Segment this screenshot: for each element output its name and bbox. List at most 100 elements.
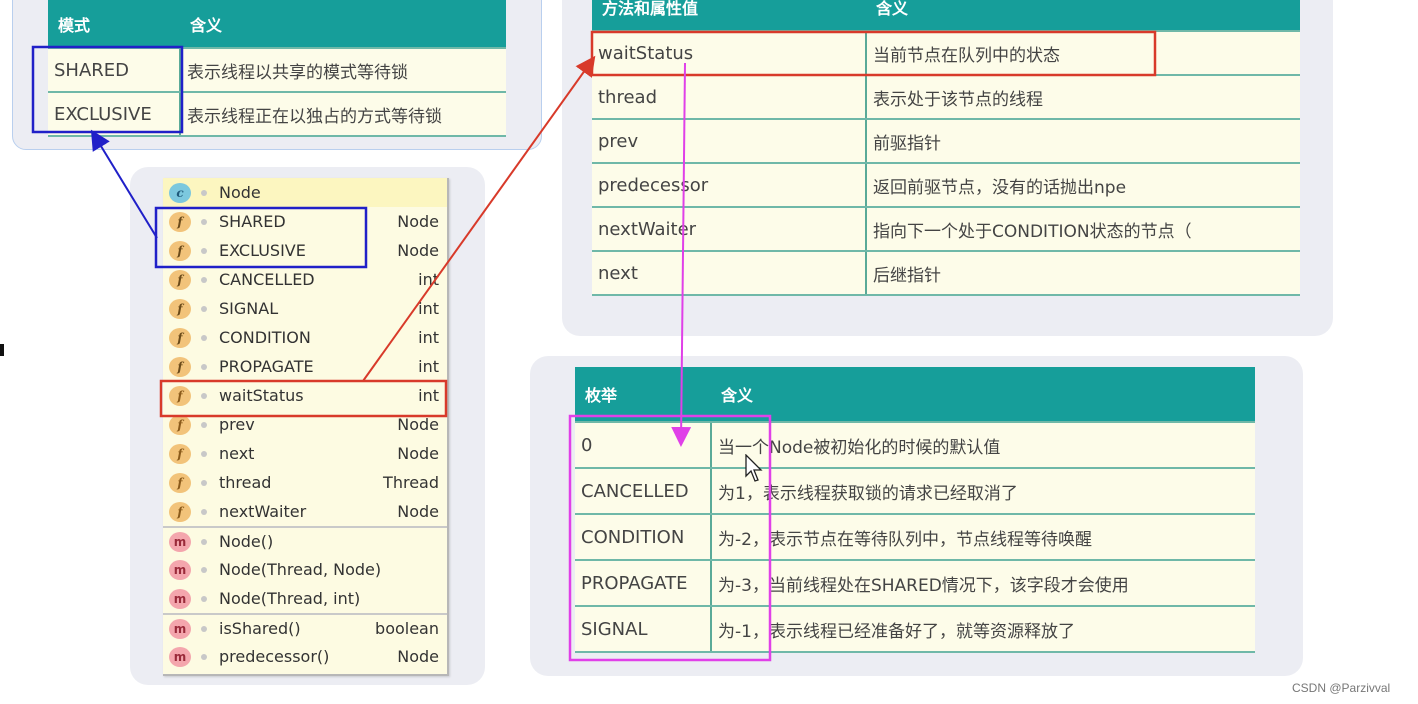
header-meaning: 含义	[866, 0, 1300, 31]
field-icon: f	[169, 385, 191, 406]
member-type: Node	[397, 444, 439, 463]
static-final-field-icon: f	[169, 269, 191, 290]
member-name: PROPAGATE	[219, 357, 314, 376]
table-row: predecessor 返回前驱节点，没有的话抛出npe	[592, 162, 1300, 208]
enum-name: CONDITION	[575, 513, 711, 561]
static-final-field-icon: f	[169, 356, 191, 377]
enum-name: CANCELLED	[575, 467, 711, 515]
member-name: Node(Thread, int)	[219, 589, 361, 608]
member-type: int	[418, 270, 439, 289]
class-icon: c	[169, 182, 191, 203]
header-enum: 枚举	[575, 367, 711, 422]
visibility-dot-icon	[201, 218, 207, 225]
table-row: CONDITION 为-2，表示节点在等待队列中，节点线程等待唤醒	[575, 513, 1255, 561]
static-final-field-icon: f	[169, 240, 191, 261]
enum-name: SIGNAL	[575, 605, 711, 653]
enum-meaning: 为-2，表示节点在等待队列中，节点线程等待唤醒	[710, 513, 1255, 561]
field-icon: f	[169, 472, 191, 493]
member-name: Node(Thread, Node)	[219, 560, 382, 579]
static-final-field-icon: f	[169, 298, 191, 319]
method-icon: m	[169, 531, 191, 552]
enum-meaning: 为-1，表示线程已经准备好了，就等资源释放了	[710, 605, 1255, 653]
method-name: thread	[592, 74, 866, 120]
visibility-dot-icon	[201, 334, 207, 341]
structure-member-row[interactable]: f waitStatus int	[163, 381, 447, 410]
member-type: Node	[397, 241, 439, 260]
edge-mark	[0, 344, 4, 356]
table-row: EXCLUSIVE 表示线程正在以独占的方式等待锁	[48, 91, 506, 137]
member-type: boolean	[375, 619, 439, 638]
table-row: CANCELLED 为1，表示线程获取锁的请求已经取消了	[575, 467, 1255, 515]
method-name: predecessor	[592, 162, 866, 208]
structure-view: c Node f SHARED Node f EXCLUSIVE Node f CANCELL…	[163, 178, 449, 676]
structure-member-row[interactable]: f CANCELLED int	[163, 265, 447, 294]
member-name: CANCELLED	[219, 270, 315, 289]
structure-member-row[interactable]: f PROPAGATE int	[163, 352, 447, 381]
table-row: PROPAGATE 为-3，当前线程处在SHARED情况下，该字段才会使用	[575, 559, 1255, 607]
table-row: nextWaiter 指向下一个处于CONDITION状态的节点（	[592, 206, 1300, 252]
structure-member-row[interactable]: m Node(Thread, int)	[163, 584, 447, 613]
structure-member-row[interactable]: f CONDITION int	[163, 323, 447, 352]
structure-member-row[interactable]: f SHARED Node	[163, 207, 447, 236]
visibility-dot-icon	[201, 653, 207, 660]
method-icon: m	[169, 559, 191, 580]
structure-member-row[interactable]: m Node(Thread, Node)	[163, 555, 447, 584]
structure-member-row[interactable]: f nextWaiter Node	[163, 497, 447, 526]
structure-member-row[interactable]: f EXCLUSIVE Node	[163, 236, 447, 265]
visibility-dot-icon	[201, 479, 207, 486]
member-name: Node()	[219, 532, 274, 551]
abstract-method-icon: m	[169, 646, 191, 667]
structure-member-row[interactable]: f next Node	[163, 439, 447, 468]
table-row: SHARED 表示线程以共享的模式等待锁	[48, 47, 506, 93]
member-type: Thread	[383, 473, 439, 492]
structure-member-row[interactable]: m predecessor() Node	[163, 642, 447, 671]
member-name: waitStatus	[219, 386, 304, 405]
table-row: waitStatus 当前节点在队列中的状态	[592, 30, 1300, 76]
enum-meaning: 当一个Node被初始化的时候的默认值	[710, 421, 1255, 469]
method-name: nextWaiter	[592, 206, 866, 252]
mode-meaning: 表示线程以共享的模式等待锁	[179, 47, 506, 93]
enum-name: 0	[575, 421, 711, 469]
structure-member-row[interactable]: f prev Node	[163, 410, 447, 439]
field-icon: f	[169, 501, 191, 522]
visibility-dot-icon	[201, 276, 207, 283]
visibility-dot-icon	[201, 363, 207, 370]
field-icon: f	[169, 443, 191, 464]
method-meaning: 当前节点在队列中的状态	[865, 30, 1300, 76]
visibility-dot-icon	[201, 538, 207, 545]
visibility-dot-icon	[201, 625, 207, 632]
structure-member-row[interactable]: m Node()	[163, 526, 447, 555]
member-type: int	[418, 357, 439, 376]
member-name: SIGNAL	[219, 299, 279, 318]
mode-meaning: 表示线程正在以独占的方式等待锁	[179, 91, 506, 137]
member-type: Node	[397, 212, 439, 231]
table-row: SIGNAL 为-1，表示线程已经准备好了，就等资源释放了	[575, 605, 1255, 653]
method-meaning: 返回前驱节点，没有的话抛出npe	[865, 162, 1300, 208]
enum-name: PROPAGATE	[575, 559, 711, 607]
static-final-field-icon: f	[169, 211, 191, 232]
visibility-dot-icon	[201, 566, 207, 573]
table-row: prev 前驱指针	[592, 118, 1300, 164]
structure-member-row[interactable]: f thread Thread	[163, 468, 447, 497]
visibility-dot-icon	[201, 450, 207, 457]
mouse-cursor-icon	[745, 454, 763, 482]
mode-name: SHARED	[48, 47, 180, 93]
mode-name: EXCLUSIVE	[48, 91, 180, 137]
structure-class-row[interactable]: c Node	[163, 178, 447, 207]
table-row: thread 表示处于该节点的线程	[592, 74, 1300, 120]
header-meaning: 含义	[180, 0, 506, 48]
static-final-field-icon: f	[169, 327, 191, 348]
method-name: prev	[592, 118, 866, 164]
visibility-dot-icon	[201, 421, 207, 428]
member-type: Node	[397, 502, 439, 521]
structure-member-row[interactable]: f SIGNAL int	[163, 294, 447, 323]
member-type: int	[418, 299, 439, 318]
method-name: waitStatus	[592, 30, 866, 76]
methods-table: 方法和属性值 含义 waitStatus 当前节点在队列中的状态 thread 表示…	[592, 0, 1300, 296]
structure-member-row[interactable]: m isShared() boolean	[163, 613, 447, 642]
method-meaning: 指向下一个处于CONDITION状态的节点（	[865, 206, 1300, 252]
header-meaning: 含义	[711, 367, 1255, 422]
enum-table: 枚举 含义 0 当一个Node被初始化的时候的默认值 CANCELLED 为1，表示…	[575, 367, 1255, 653]
method-meaning: 前驱指针	[865, 118, 1300, 164]
visibility-dot-icon	[201, 392, 207, 399]
